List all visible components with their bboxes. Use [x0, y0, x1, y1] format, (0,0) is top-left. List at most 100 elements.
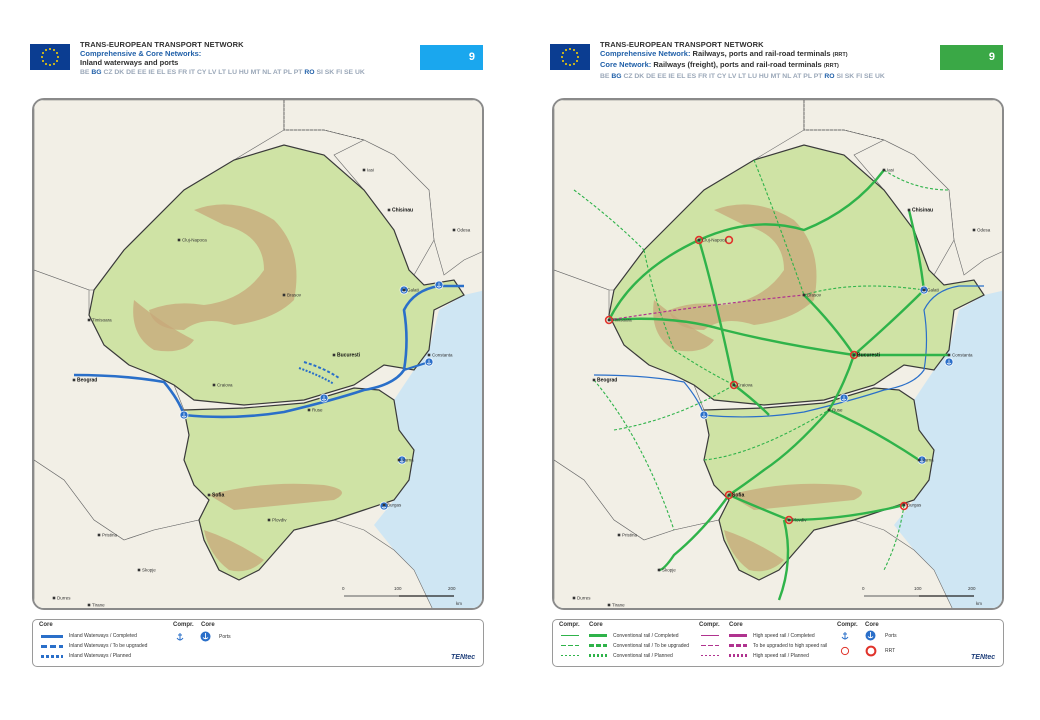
rail-core-completed-swatch: [589, 634, 607, 637]
city-label: Varna: [402, 458, 414, 463]
hs-compr-completed-swatch: [701, 635, 719, 636]
city-marker: [332, 353, 336, 357]
city-marker: [787, 518, 791, 522]
legend-item: Conventional rail / Completed: [613, 633, 679, 639]
legend-item: Conventional rail / Planned: [613, 653, 673, 659]
legend-item: Inland Waterways / Planned: [69, 653, 132, 659]
city-marker: [727, 493, 731, 497]
railways-map-canvas: Chisinau Odesa Bucuresti Beograd Sofia Skopje…: [554, 100, 1002, 608]
country-list-mid: CZ DK DE EE IE EL ES FR IT CY LV LT LU H…: [103, 69, 303, 76]
country-bg-link[interactable]: BG: [611, 73, 621, 80]
country-list: BE BG CZ DK DE EE IE EL ES FR IT CY LV L…: [80, 68, 410, 78]
city-label: Durres: [577, 596, 591, 601]
city-marker: [827, 408, 831, 412]
legend-ports: Ports: [885, 633, 897, 639]
city-marker: [387, 208, 391, 212]
tentec-logo: TENtec: [451, 654, 476, 661]
rail-compr-planned-swatch: [561, 655, 579, 656]
hs-compr-upgrade-swatch: [701, 645, 719, 646]
city-marker: [267, 518, 271, 522]
city-label: Sofia: [732, 493, 744, 499]
hs-core-planned-swatch: [729, 654, 747, 657]
scale-label: 100: [914, 586, 922, 591]
city-marker: [212, 383, 216, 387]
header-subtitle: Comprehensive Network: Railways, ports a…: [600, 49, 935, 60]
right-legend: Compr. Core Compr. Core Compr. Core Conv…: [552, 619, 1004, 667]
right-header: TRANS-EUROPEAN TRANSPORT NETWORK Compreh…: [550, 40, 1005, 82]
city-marker: [397, 458, 401, 462]
city-label: Bucuresti: [857, 353, 881, 359]
city-label: Ruse: [832, 408, 843, 413]
city-label: Bucuresti: [337, 353, 361, 359]
anchor-icon: [176, 633, 184, 641]
scale-unit: km: [456, 601, 462, 606]
legend-ports: Ports: [219, 634, 231, 640]
port-core-icon: [865, 630, 876, 641]
country-bg-link[interactable]: BG: [91, 69, 101, 76]
legend-item: Inland Waterways / Completed: [69, 633, 137, 639]
city-marker: [607, 603, 611, 607]
waterways-map-canvas: Chisinau Odesa Bucuresti Beograd Sofia Skopje…: [34, 100, 482, 608]
country-list-post: SI SK FI SE UK: [316, 69, 365, 76]
country-list-pre: BE: [600, 73, 610, 80]
city-label: Iasi: [887, 168, 894, 173]
city-label: Durres: [57, 596, 71, 601]
country-ro-link[interactable]: RO: [824, 73, 834, 80]
city-label: Varna: [922, 458, 934, 463]
city-label: Plovdiv: [792, 518, 807, 523]
country-list-post: SI SK FI SE UK: [836, 73, 885, 80]
city-label: Pristina: [102, 533, 118, 538]
city-label: Sofia: [212, 493, 224, 499]
hs-compr-planned-swatch: [701, 655, 719, 656]
legend-item: Conventional rail / To be upgraded: [613, 643, 690, 649]
city-label: Tirane: [612, 603, 625, 608]
city-label: Constanta: [952, 353, 973, 358]
rail-core-upgrade-swatch: [589, 644, 607, 647]
waterway-planned-swatch: [41, 655, 63, 658]
city-marker: [657, 568, 661, 572]
legend-core-header-3: Core: [729, 622, 743, 628]
legend-core-header-2: Core: [201, 622, 215, 628]
city-label: Ruse: [312, 408, 323, 413]
city-marker: [207, 493, 211, 497]
city-marker: [922, 288, 926, 292]
city-marker: [917, 458, 921, 462]
city-marker: [87, 318, 91, 322]
country-list-pre: BE: [80, 69, 90, 76]
legend-compr-header: Compr.: [173, 622, 194, 628]
city-label: Beograd: [597, 378, 617, 384]
city-label: Cluj-Napoca: [702, 238, 727, 243]
legend-rrt: RRT: [885, 648, 896, 654]
city-marker: [607, 318, 611, 322]
country-ro-link[interactable]: RO: [304, 69, 314, 76]
legend-item: Inland Waterways / To be upgraded: [69, 643, 148, 649]
railways-map[interactable]: Chisinau Odesa Bucuresti Beograd Sofia Skopje…: [552, 98, 1004, 610]
city-label: Beograd: [77, 378, 97, 384]
city-marker: [177, 238, 181, 242]
header-title: TRANS-EUROPEAN TRANSPORT NETWORK: [600, 40, 764, 49]
city-marker: [947, 353, 951, 357]
hs-core-upgrade-swatch: [729, 644, 747, 647]
scale-label: 200: [968, 586, 976, 591]
city-marker: [882, 168, 886, 172]
legend-core-header: Core: [39, 622, 53, 628]
city-marker: [452, 228, 456, 232]
city-label: Chisinau: [912, 208, 933, 214]
city-marker: [87, 603, 91, 607]
waterways-map[interactable]: Chisinau Odesa Bucuresti Beograd Sofia Skopje…: [32, 98, 484, 610]
scale-unit: km: [976, 601, 982, 606]
left-legend: Core Compr. Core Inland Waterways / Comp…: [32, 619, 484, 667]
city-marker: [972, 228, 976, 232]
subtitle2-b: Railways (freight), ports and rail-road …: [653, 60, 822, 69]
city-label: Pristina: [622, 533, 638, 538]
legend-compr-header-3: Compr.: [837, 622, 858, 628]
city-marker: [362, 168, 366, 172]
legend-item: High speed rail / Planned: [753, 653, 809, 659]
city-marker: [137, 568, 141, 572]
city-marker: [307, 408, 311, 412]
hs-core-completed-swatch: [729, 634, 747, 637]
left-page: TRANS-EUROPEAN TRANSPORT NETWORK Compreh…: [0, 0, 520, 720]
rrt-compr-icon: [840, 646, 850, 656]
subtitle-a: Comprehensive Network:: [600, 49, 691, 58]
city-label: Constanta: [432, 353, 453, 358]
